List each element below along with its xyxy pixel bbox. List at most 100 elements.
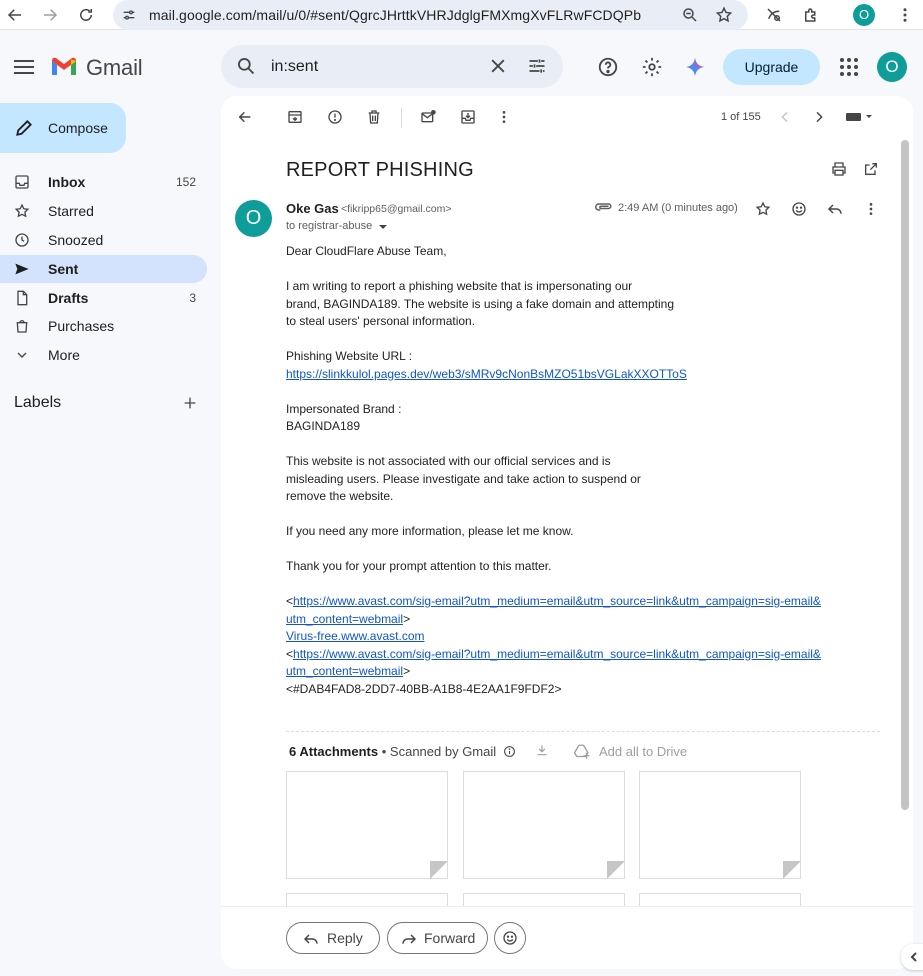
zoom-icon[interactable] — [681, 6, 699, 24]
attachment-clip-icon — [595, 200, 613, 214]
avast-link-1-cont[interactable]: utm_content=webmail — [286, 612, 403, 626]
help-icon[interactable] — [597, 56, 619, 78]
mark-unread-icon[interactable] — [420, 109, 436, 125]
brand-value: BAGINDA189 — [286, 419, 361, 433]
sidebar-item-purchases[interactable]: Purchases — [0, 312, 207, 340]
input-tools-keyboard-icon[interactable] — [845, 109, 875, 125]
print-icon[interactable] — [831, 161, 847, 177]
newer-chevron-icon[interactable] — [777, 109, 793, 125]
avast-link-2-cont[interactable]: utm_content=webmail — [286, 664, 403, 678]
info-icon[interactable] — [503, 745, 516, 758]
gmail-wordmark[interactable]: Gmail — [86, 55, 143, 81]
upgrade-button[interactable]: Upgrade — [723, 49, 820, 85]
archive-icon[interactable] — [287, 109, 303, 125]
scrollbar-thumb[interactable] — [901, 140, 909, 810]
back-arrow-icon[interactable] — [6, 6, 24, 24]
show-details-caret-icon[interactable] — [378, 222, 388, 232]
add-all-to-drive-label[interactable]: Add all to Drive — [599, 744, 687, 759]
star-icon — [14, 203, 30, 219]
bracket-open: < — [286, 594, 294, 608]
attachment-thumbnail[interactable] — [639, 771, 801, 879]
add-label-icon[interactable] — [182, 395, 198, 411]
page-fold-icon — [607, 861, 625, 879]
reply-arrow-icon[interactable] — [827, 201, 843, 217]
star-message-icon[interactable] — [755, 201, 771, 217]
clear-search-icon[interactable] — [488, 56, 508, 76]
settings-gear-icon[interactable] — [641, 56, 663, 78]
forward-arrow-icon[interactable] — [41, 6, 59, 24]
google-apps-icon[interactable] — [838, 56, 860, 78]
older-chevron-icon[interactable] — [811, 109, 827, 125]
phishing-url-link[interactable]: https://slinkkulol.pages.dev/web3/sMRv9c… — [286, 367, 687, 381]
gemini-sparkle-icon[interactable] — [684, 56, 706, 78]
sidebar-item-more[interactable]: More — [0, 341, 207, 369]
reply-icon — [303, 931, 319, 947]
account-avatar[interactable]: O — [877, 52, 907, 82]
sidebar-item-drafts[interactable]: Drafts 3 — [0, 284, 207, 312]
side-panel-toggle[interactable] — [901, 944, 923, 970]
reply-button[interactable]: Reply — [286, 922, 380, 954]
sidebar-item-label: Inbox — [48, 174, 86, 190]
site-settings-icon[interactable] — [121, 7, 137, 23]
search-icon[interactable] — [236, 56, 256, 76]
virus-free-link[interactable]: Virus-free.www.avast.com — [286, 629, 425, 643]
body-line: remove the website. — [286, 489, 394, 503]
pagination-text: 1 of 155 — [721, 111, 761, 123]
sender-avatar[interactable]: O — [235, 200, 272, 237]
message-timestamp: 2:49 AM (0 minutes ago) — [618, 202, 738, 214]
clock-icon — [14, 232, 30, 248]
message-more-options-icon[interactable] — [863, 201, 879, 217]
gmail-logo-icon[interactable] — [50, 55, 78, 77]
message-pane: 1 of 155 REPORT PHISHING O Oke Gas <fikr… — [221, 96, 913, 969]
sidebar-item-label: Drafts — [48, 290, 89, 306]
report-spam-icon[interactable] — [327, 109, 343, 125]
add-to-drive-icon[interactable] — [573, 743, 591, 761]
more-options-icon[interactable] — [496, 109, 512, 125]
toolbar-divider — [401, 108, 402, 128]
email-body: Dear CloudFlare Abuse Team, I am writing… — [286, 243, 821, 698]
sidebar-item-sent[interactable]: Sent — [0, 255, 207, 283]
emoji-react-icon[interactable] — [791, 201, 807, 217]
forward-button[interactable]: Forward — [387, 922, 488, 954]
search-input[interactable]: in:sent — [271, 58, 318, 76]
avast-link-2[interactable]: https://www.avast.com/sig-email?utm_medi… — [293, 647, 821, 661]
body-line: If you need any more information, please… — [286, 524, 574, 538]
search-bar[interactable]: in:sent — [221, 45, 563, 88]
sidebar-item-label: Starred — [48, 203, 94, 219]
avast-link-1[interactable]: https://www.avast.com/sig-email?utm_medi… — [293, 594, 821, 608]
emoji-reaction-button[interactable] — [494, 922, 526, 954]
forward-label: Forward — [424, 930, 476, 946]
recipient-line: to registrar-abuse — [286, 220, 373, 232]
open-new-window-icon[interactable] — [863, 161, 879, 177]
extension-off-icon[interactable] — [765, 6, 783, 24]
address-bar[interactable]: mail.google.com/mail/u/0/#sent/QgrcJHrtt… — [113, 0, 748, 30]
body-line: I am writing to report a phishing websit… — [286, 279, 633, 293]
sidebar-item-label: More — [48, 347, 80, 363]
message-guid: <#DAB4FAD8-2DD7-40BB-A1B8-4E2AA1F9FDF2> — [286, 681, 562, 696]
sidebar-item-snoozed[interactable]: Snoozed — [0, 226, 207, 254]
compose-button[interactable]: Compose — [0, 103, 126, 153]
main-menu-icon[interactable] — [14, 58, 34, 76]
sidebar-item-starred[interactable]: Starred — [0, 197, 207, 225]
draft-icon — [14, 290, 30, 306]
download-all-icon[interactable] — [535, 743, 549, 757]
search-options-icon[interactable] — [527, 56, 547, 76]
url-text[interactable]: mail.google.com/mail/u/0/#sent/QgrcJHrtt… — [149, 7, 641, 23]
extensions-puzzle-icon[interactable] — [802, 6, 820, 24]
bookmark-star-icon[interactable] — [715, 6, 733, 24]
back-to-sent-icon[interactable] — [237, 109, 253, 125]
attachment-thumbnail[interactable] — [463, 771, 625, 879]
body-line: Thank you for your prompt attention to t… — [286, 559, 552, 573]
sidebar-item-inbox[interactable]: Inbox 152 — [0, 168, 207, 196]
page-fold-icon — [783, 861, 801, 879]
move-to-icon[interactable] — [460, 109, 476, 125]
forward-icon — [401, 931, 417, 947]
brand-label: Impersonated Brand : — [286, 401, 402, 416]
smiley-icon — [503, 931, 517, 945]
browser-menu-icon[interactable] — [896, 6, 914, 24]
reload-icon[interactable] — [77, 6, 95, 24]
sender-name[interactable]: Oke Gas — [286, 201, 339, 216]
browser-profile-avatar[interactable]: O — [853, 4, 875, 26]
attachment-thumbnail[interactable] — [286, 771, 448, 879]
delete-trash-icon[interactable] — [366, 109, 382, 125]
